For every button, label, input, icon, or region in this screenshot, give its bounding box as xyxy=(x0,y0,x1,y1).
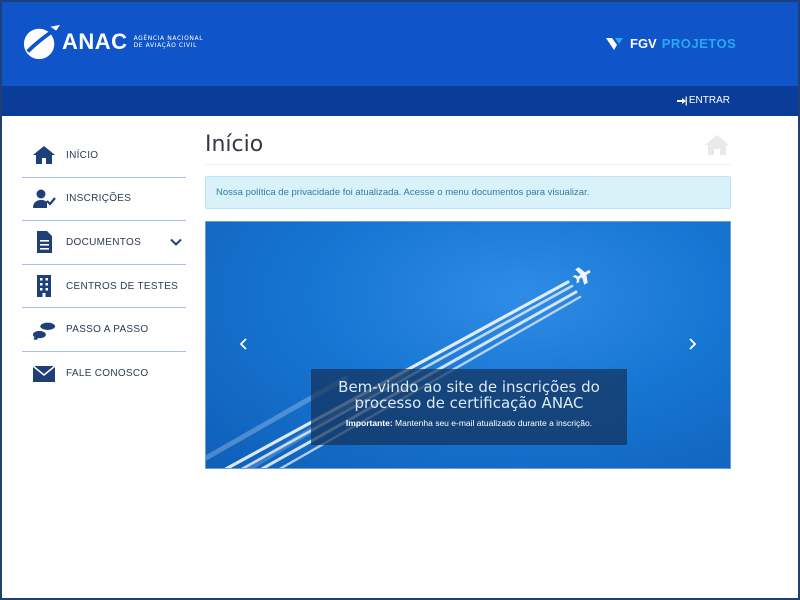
home-icon xyxy=(33,146,55,165)
sidebar-item-label: FALE CONOSCO xyxy=(66,368,149,380)
caption-title-line1: Bem-vindo ao site de inscrições do xyxy=(338,378,600,396)
caption-note-label: Importante: xyxy=(345,418,393,428)
fgv-mark-icon xyxy=(606,37,623,50)
sign-in-icon xyxy=(676,96,687,105)
chevron-down-icon[interactable] xyxy=(170,236,182,248)
sidebar-item-fale-conosco[interactable]: FALE CONOSCO xyxy=(22,352,186,396)
title-divider xyxy=(205,164,731,165)
envelope-icon xyxy=(32,365,56,382)
login-link[interactable]: ENTRAR xyxy=(676,95,730,106)
sidebar-item-label: PASSO A PASSO xyxy=(66,324,149,336)
carousel-next-icon[interactable] xyxy=(682,334,702,354)
sidebar-item-label: INÍCIO xyxy=(66,149,99,161)
anac-logo[interactable]: ANAC AGÊNCIA NACIONAL DE AVIAÇÃO CIVIL xyxy=(22,22,224,62)
sidebar-item-label: DOCUMENTOS xyxy=(66,236,142,248)
caption-title: Bem-vindo ao site de inscrições do proce… xyxy=(311,379,627,411)
fgv-label: FGV xyxy=(630,36,657,51)
top-header: ANAC AGÊNCIA NACIONAL DE AVIAÇÃO CIVIL F… xyxy=(2,2,798,86)
carousel-caption: Bem-vindo ao site de inscrições do proce… xyxy=(311,369,627,445)
carousel-prev-icon[interactable] xyxy=(234,334,254,354)
building-icon xyxy=(37,275,51,298)
hero-carousel[interactable]: Bem-vindo ao site de inscrições do proce… xyxy=(205,221,731,469)
sidebar-item-centros-de-testes[interactable]: CENTROS DE TESTES xyxy=(22,265,186,309)
logo-subtitle: AGÊNCIA NACIONAL DE AVIAÇÃO CIVIL xyxy=(134,35,224,49)
page-frame: ANAC AGÊNCIA NACIONAL DE AVIAÇÃO CIVIL F… xyxy=(2,2,798,598)
sidebar-nav: INÍCIO INSCRIÇÕES DOCUMENTOS CENTROS DE … xyxy=(22,134,186,396)
login-label: ENTRAR xyxy=(688,95,730,106)
privacy-alert: Nossa política de privacidade foi atuali… xyxy=(205,176,731,209)
breadcrumb-home-icon[interactable] xyxy=(704,134,730,156)
sidebar-item-passo-a-passo[interactable]: PASSO A PASSO xyxy=(22,308,186,352)
logo-subtitle-line1: AGÊNCIA NACIONAL xyxy=(133,35,204,42)
sidebar-item-label: INSCRIÇÕES xyxy=(66,193,132,205)
caption-title-line2: processo de certificação ANAC xyxy=(354,394,584,412)
user-check-icon xyxy=(33,189,56,208)
anac-logo-icon xyxy=(23,24,60,60)
page-title: Início xyxy=(205,132,264,157)
sub-header: ENTRAR xyxy=(2,86,798,116)
sidebar-item-documentos[interactable]: DOCUMENTOS xyxy=(22,221,186,265)
projetos-label: PROJETOS xyxy=(661,36,737,51)
logo-subtitle-line2: DE AVIAÇÃO CIVIL xyxy=(133,42,198,49)
caption-note-text: Mantenha seu e-mail atualizado durante a… xyxy=(395,418,593,428)
caption-note: Importante: Mantenha seu e-mail atualiza… xyxy=(311,418,627,428)
sidebar-item-label: CENTROS DE TESTES xyxy=(66,280,179,292)
document-icon xyxy=(37,231,52,254)
sidebar-item-inscricoes[interactable]: INSCRIÇÕES xyxy=(22,178,186,222)
fgv-logo[interactable]: FGV PROJETOS xyxy=(606,36,736,51)
logo-text: ANAC xyxy=(62,29,128,54)
footsteps-icon xyxy=(32,322,56,340)
sidebar-item-inicio[interactable]: INÍCIO xyxy=(22,134,186,178)
